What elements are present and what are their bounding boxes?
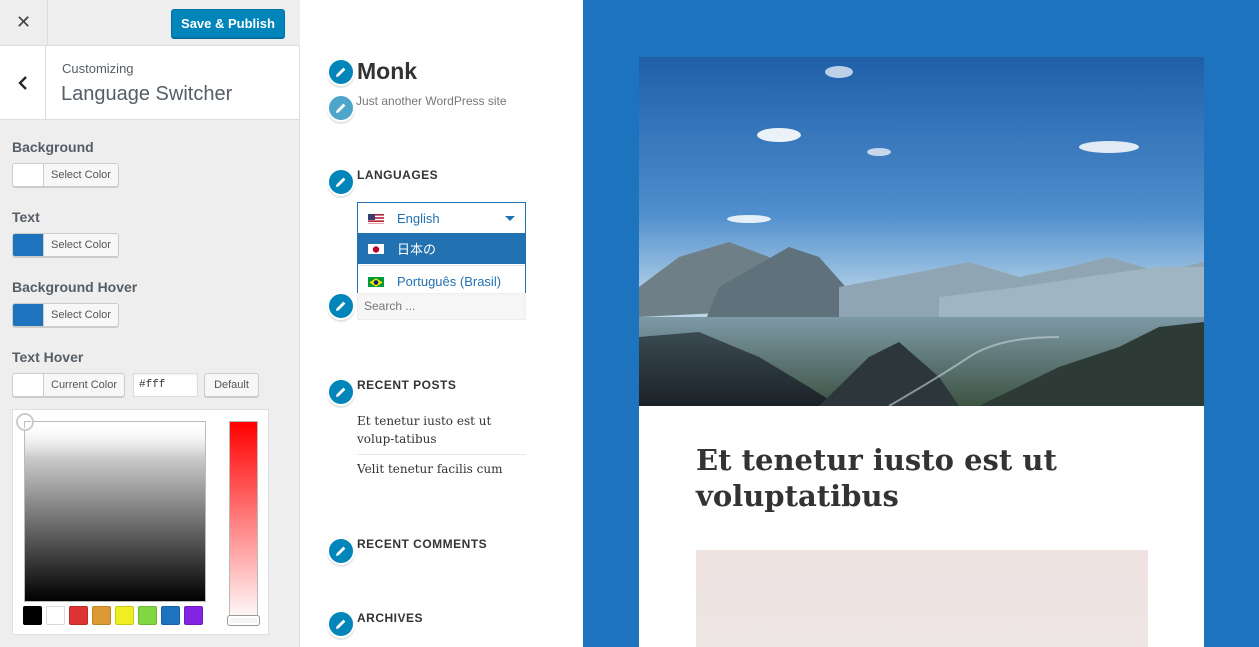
text-hover-color-button[interactable]: Current Color	[12, 373, 126, 397]
languages-widget-title: LANGUAGES	[357, 168, 439, 182]
language-name: Português (Brasil)	[397, 273, 502, 289]
text-label: Text	[12, 209, 40, 225]
palette-swatch-white[interactable]	[46, 606, 65, 625]
background-select-color-text: Select Color	[51, 169, 111, 181]
default-color-button[interactable]: Default	[204, 373, 259, 397]
site-title[interactable]: Monk	[357, 58, 417, 85]
edit-languages-widget-pencil-icon[interactable]	[327, 168, 355, 196]
customizer-header: ✕ Save & Publish	[0, 0, 300, 46]
text-color-swatch	[13, 234, 44, 256]
background-hover-label: Background Hover	[12, 279, 138, 295]
us-flag-icon	[368, 213, 384, 224]
archives-widget-title: ARCHIVES	[357, 611, 424, 625]
color-picker	[12, 409, 269, 635]
edit-recent-posts-pencil-icon[interactable]	[327, 378, 355, 406]
back-button[interactable]	[0, 46, 46, 119]
text-hover-label: Text Hover	[12, 349, 84, 365]
section-header: Customizing Language Switcher	[0, 46, 299, 120]
saturation-handle[interactable]	[16, 413, 34, 431]
text-hover-color-swatch	[13, 374, 44, 396]
language-option-english[interactable]: English	[358, 203, 525, 234]
customizer-sidebar: ✕ Save & Publish Customizing Language Sw…	[0, 0, 300, 647]
caret-down-icon	[505, 216, 515, 221]
palette-swatch-orange[interactable]	[92, 606, 111, 625]
search-input[interactable]: Search ...	[357, 293, 526, 320]
post-card: Et tenetur iusto est ut voluptatibus	[639, 57, 1204, 647]
recent-comments-widget-title: RECENT COMMENTS	[357, 537, 488, 551]
section-title: Language Switcher	[61, 83, 233, 105]
br-flag-icon	[368, 276, 384, 287]
edit-site-title-pencil-icon[interactable]	[327, 58, 355, 86]
language-option-portuguese-brazil[interactable]: Português (Brasil)	[358, 265, 525, 296]
recent-posts-divider	[357, 454, 526, 455]
hue-slider-handle[interactable]	[227, 615, 260, 626]
current-color-text: Current Color	[51, 379, 118, 391]
language-switcher-dropdown[interactable]: English 日本の Português (Brasil)	[357, 202, 526, 295]
edit-search-widget-pencil-icon[interactable]	[327, 292, 355, 320]
jp-flag-icon	[368, 243, 384, 254]
background-hover-select-color-text: Select Color	[51, 309, 111, 321]
edit-recent-comments-pencil-icon[interactable]	[327, 537, 355, 565]
site-tagline: Just another WordPress site	[356, 94, 507, 108]
background-hover-color-button[interactable]: Select Color	[12, 303, 119, 327]
post-featured-image[interactable]	[639, 57, 1204, 406]
hue-slider[interactable]	[229, 421, 258, 623]
color-palette	[23, 606, 203, 625]
edit-archives-pencil-icon[interactable]	[327, 610, 355, 638]
recent-post-link[interactable]: Et tenetur iusto est ut volup-tatibus	[357, 412, 525, 448]
palette-swatch-purple[interactable]	[184, 606, 203, 625]
customizing-label: Customizing	[62, 61, 134, 76]
saturation-square[interactable]	[24, 421, 206, 602]
background-label: Background	[12, 139, 94, 155]
language-name: English	[397, 211, 440, 226]
background-hover-color-swatch	[13, 304, 44, 326]
language-name: 日本の	[397, 242, 437, 257]
palette-swatch-blue[interactable]	[161, 606, 180, 625]
post-thumbnail	[696, 550, 1148, 647]
recent-posts-widget-title: RECENT POSTS	[357, 378, 457, 392]
language-option-japanese[interactable]: 日本の	[358, 233, 525, 264]
palette-swatch-red[interactable]	[69, 606, 88, 625]
palette-swatch-black[interactable]	[23, 606, 42, 625]
recent-post-link[interactable]: Velit tenetur facilis cum	[357, 460, 527, 478]
text-color-button[interactable]: Select Color	[12, 233, 119, 257]
chevron-left-icon	[17, 75, 27, 90]
palette-swatch-green[interactable]	[138, 606, 157, 625]
save-publish-button[interactable]: Save & Publish	[171, 9, 285, 38]
post-title[interactable]: Et tenetur iusto est ut voluptatibus	[696, 442, 1136, 514]
text-select-color-text: Select Color	[51, 239, 111, 251]
background-color-button[interactable]: Select Color	[12, 163, 119, 187]
hex-color-input[interactable]	[133, 373, 198, 397]
edit-tagline-pencil-icon[interactable]	[327, 94, 355, 122]
close-icon[interactable]: ✕	[0, 0, 48, 45]
palette-swatch-yellow[interactable]	[115, 606, 134, 625]
background-color-swatch	[13, 164, 44, 186]
